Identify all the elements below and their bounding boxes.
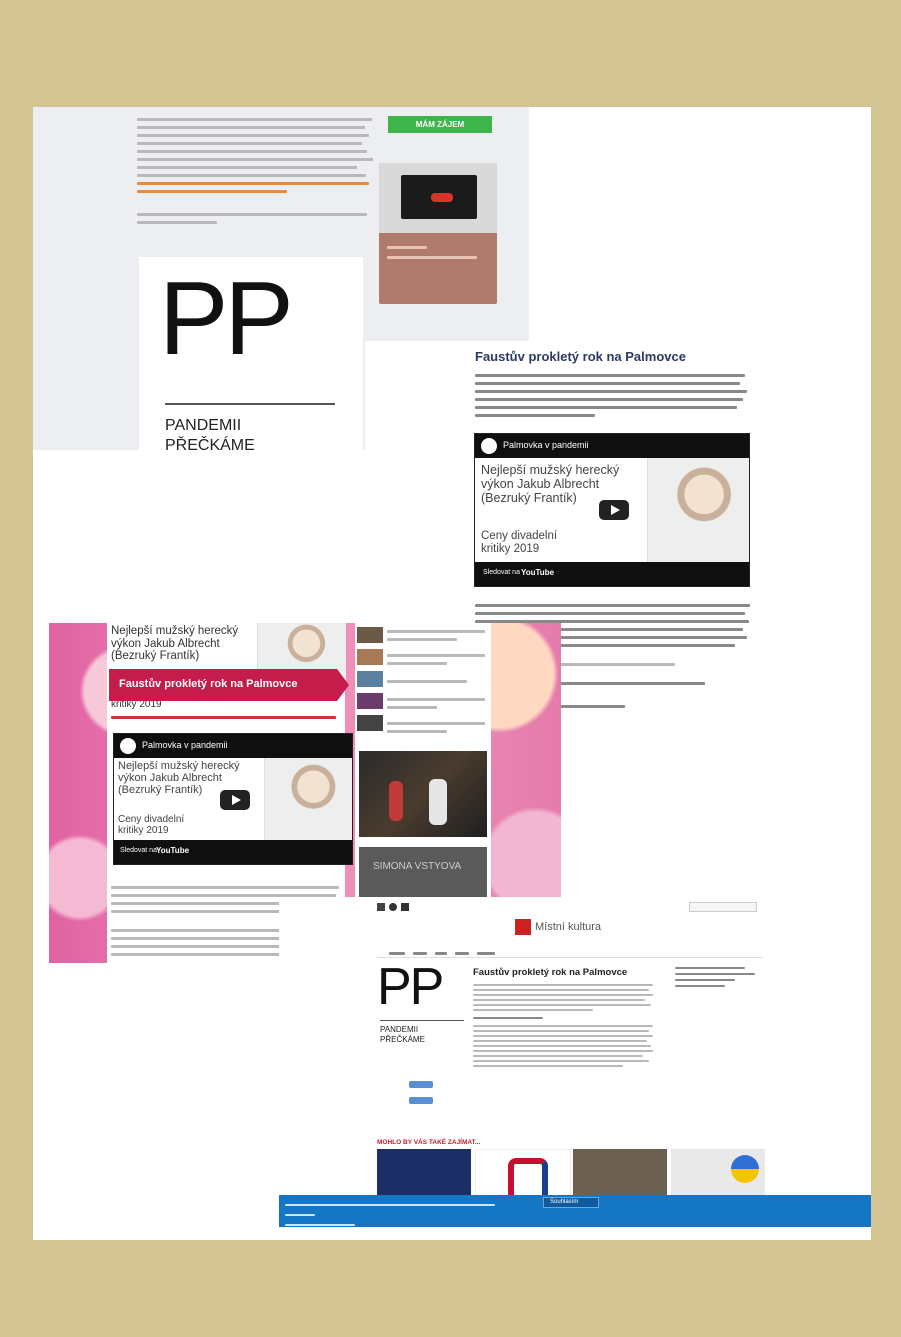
cookie-bar[interactable]: Souhlasím [279, 1195, 871, 1227]
pp-logo-line2-2: PŘEČKÁME [380, 1035, 425, 1044]
pp-logo-divider-2 [380, 1020, 464, 1021]
pp-logo-line1: PANDEMII [165, 417, 242, 434]
related-thumb-3[interactable] [573, 1149, 667, 1199]
site-name[interactable]: Místní kultura [535, 921, 601, 933]
channel-logo-icon [481, 438, 497, 454]
youtube-logo[interactable]: YouTube [521, 568, 554, 577]
play-icon-2[interactable] [220, 790, 250, 810]
side-banner-text: SIMONA VSTYOVA [373, 861, 462, 872]
youtube-logo-2[interactable]: YouTube [156, 846, 189, 855]
facebook-icon[interactable] [401, 903, 409, 911]
pp-logo-line1-2: PANDEMII [380, 1025, 419, 1034]
actor-portrait [647, 458, 749, 562]
pp-logo-card: PP PANDEMII PŘEČKÁME [139, 257, 363, 450]
pp-logo-letters-2: PP [377, 958, 444, 1016]
pp-logo-divider [165, 403, 335, 405]
related-thumb-2[interactable] [475, 1149, 571, 1202]
sidebar-thumb-2[interactable] [357, 649, 383, 665]
channel-logo-icon-2 [120, 738, 136, 754]
sidebar-thumb-5[interactable] [357, 715, 383, 731]
top-headline: Nejlepší mužský herecký výkon Jakub Albr… [111, 625, 239, 663]
rss-icon[interactable] [377, 903, 385, 911]
article-title: Faustův prokletý rok na Palmovce [475, 349, 686, 364]
play-icon[interactable] [599, 500, 629, 520]
cookie-accept-label: Souhlasím [550, 1199, 579, 1205]
article-text-2 [473, 981, 655, 1070]
banner-title: Faustův prokletý rok na Palmovce [119, 678, 298, 690]
stage-photo[interactable] [359, 751, 487, 837]
watch-on-label: Sledovat na [483, 569, 520, 576]
share-button-1[interactable] [409, 1081, 433, 1088]
related-heading: MOHLO BY VÁS TAKÉ ZAJÍMAT... [377, 1139, 481, 1146]
share-button-2[interactable] [409, 1097, 433, 1104]
watch-on-label-2: Sledovat na [120, 847, 157, 854]
ad-card[interactable] [379, 163, 497, 304]
article-title-2: Faustův prokletý rok na Palmovce [473, 967, 628, 978]
screenshot-mistni-kultura: Místní kultura PP PANDEMII PŘEČKÁME Faus… [279, 897, 871, 1227]
youtube-embed-2[interactable]: Palmovka v pandemii Nejlepší mužský here… [113, 733, 353, 865]
sidebar-thumb-3[interactable] [357, 671, 383, 687]
youtube-embed[interactable]: Palmovka v pandemii Nejlepší mužský here… [474, 433, 750, 587]
title-banner[interactable]: Faustův prokletý rok na Palmovce [109, 669, 349, 701]
pp-logo-letters: PP [159, 261, 294, 377]
nav-bar [377, 947, 763, 958]
video-subline: Ceny divadelní kritiky 2019 [481, 530, 558, 555]
related-thumb-1[interactable] [377, 1149, 471, 1199]
ad-red-button [431, 193, 453, 202]
video-channel-2: Palmovka v pandemii [142, 740, 228, 750]
article-intro [475, 369, 750, 422]
related-thumb-4[interactable] [671, 1149, 765, 1199]
video-subline-2: Ceny divadelní kritiky 2019 [118, 814, 185, 836]
search-input[interactable] [689, 902, 757, 912]
pp-logo-line2: PŘEČKÁME [165, 437, 255, 450]
sidebar-thumb-4[interactable] [357, 693, 383, 709]
site-logo[interactable] [515, 919, 531, 935]
ukraine-flag-icon [731, 1155, 759, 1183]
sidebar-thumb-1[interactable] [357, 627, 383, 643]
right-column [675, 963, 765, 991]
twitter-icon[interactable] [389, 903, 397, 911]
tv-image [379, 163, 497, 233]
mam-zajem-button[interactable]: MÁM ZÁJEM [388, 116, 492, 133]
actor-portrait-2 [264, 758, 352, 840]
cookie-accept-button[interactable]: Souhlasím [543, 1197, 599, 1208]
video-channel: Palmovka v pandemii [503, 440, 589, 450]
